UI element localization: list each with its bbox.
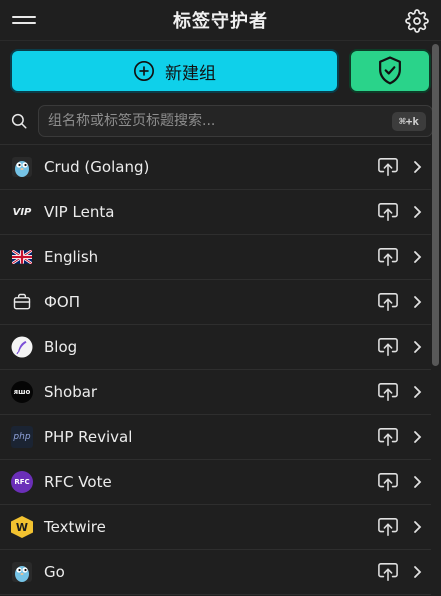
- app-title: 标签守护者: [173, 11, 268, 32]
- shortcut-badge: ⌘+k: [392, 111, 426, 131]
- chevron-right-icon[interactable]: [411, 520, 423, 534]
- rfc-icon: RFC: [11, 471, 33, 493]
- group-name: VIP Lenta: [44, 203, 115, 221]
- protect-button[interactable]: [349, 49, 431, 93]
- chevron-right-icon[interactable]: [411, 385, 423, 399]
- group-item[interactable]: Blog: [0, 325, 431, 370]
- group-item[interactable]: W Textwire: [0, 505, 431, 550]
- group-item[interactable]: Go: [0, 550, 431, 595]
- group-item[interactable]: RFC RFC Vote: [0, 460, 431, 505]
- search-row: ⌘+k: [0, 93, 441, 137]
- briefcase-icon: [11, 291, 33, 313]
- upload-icon[interactable]: [377, 427, 399, 447]
- group-name: English: [44, 248, 99, 266]
- upload-icon[interactable]: [377, 382, 399, 402]
- upload-icon[interactable]: [377, 472, 399, 492]
- group-name: Go: [44, 563, 65, 581]
- new-group-button[interactable]: 新建组: [10, 49, 339, 93]
- group-item[interactable]: php PHP Revival: [0, 415, 431, 460]
- upload-icon[interactable]: [377, 562, 399, 582]
- upload-icon[interactable]: [377, 157, 399, 177]
- group-name: Blog: [44, 338, 78, 356]
- php-icon: php: [11, 426, 33, 448]
- uk-flag-icon: [11, 246, 33, 268]
- group-item[interactable]: English: [0, 235, 431, 280]
- group-item[interactable]: ФОП: [0, 280, 431, 325]
- menu-icon[interactable]: [12, 12, 36, 30]
- gopher-icon: [11, 156, 33, 178]
- chevron-right-icon[interactable]: [411, 565, 423, 579]
- gopher-icon: [11, 561, 33, 583]
- group-item[interactable]: Crud (Golang): [0, 145, 431, 190]
- chevron-right-icon[interactable]: [411, 205, 423, 219]
- search-input[interactable]: [48, 113, 393, 129]
- gear-icon[interactable]: [405, 9, 429, 33]
- chevron-right-icon[interactable]: [411, 295, 423, 309]
- php-icon-text: php: [13, 432, 31, 442]
- group-item[interactable]: VIP VIP Lenta: [0, 190, 431, 235]
- shobar-icon-text: ᴙшо: [13, 388, 31, 396]
- shield-check-icon: [379, 56, 401, 85]
- new-group-label: 新建组: [165, 63, 216, 84]
- group-name: Shobar: [44, 383, 98, 401]
- chevron-right-icon[interactable]: [411, 160, 423, 174]
- scrollbar[interactable]: [432, 42, 439, 596]
- group-list: Crud (Golang) VIP VIP Lenta English ФОП …: [0, 144, 431, 595]
- textwire-icon-text: W: [15, 520, 29, 534]
- group-name: PHP Revival: [44, 428, 133, 446]
- feather-icon: [11, 336, 33, 358]
- search-box: ⌘+k: [38, 105, 433, 137]
- shobar-icon: ᴙшо: [11, 381, 33, 403]
- upload-icon[interactable]: [377, 247, 399, 267]
- group-name: RFC Vote: [44, 473, 112, 491]
- upload-icon[interactable]: [377, 292, 399, 312]
- plus-circle-icon: [134, 61, 154, 81]
- chevron-right-icon[interactable]: [411, 250, 423, 264]
- vip-icon-text: VIP: [12, 206, 32, 218]
- upload-icon[interactable]: [377, 202, 399, 222]
- group-name: Textwire: [44, 518, 106, 536]
- upload-icon[interactable]: [377, 517, 399, 537]
- scrollbar-thumb[interactable]: [432, 44, 439, 366]
- chevron-right-icon[interactable]: [411, 475, 423, 489]
- group-name: ФОП: [44, 293, 80, 311]
- action-bar: 新建组: [0, 41, 441, 93]
- textwire-icon: W: [11, 516, 33, 538]
- upload-icon[interactable]: [377, 337, 399, 357]
- chevron-right-icon[interactable]: [411, 340, 423, 354]
- vip-icon: VIP: [11, 201, 33, 223]
- group-name: Crud (Golang): [44, 158, 150, 176]
- app-header: 标签守护者: [0, 0, 441, 41]
- chevron-right-icon[interactable]: [411, 430, 423, 444]
- search-icon: [11, 113, 27, 129]
- rfc-icon-text: RFC: [14, 478, 30, 486]
- group-item[interactable]: ᴙшо Shobar: [0, 370, 431, 415]
